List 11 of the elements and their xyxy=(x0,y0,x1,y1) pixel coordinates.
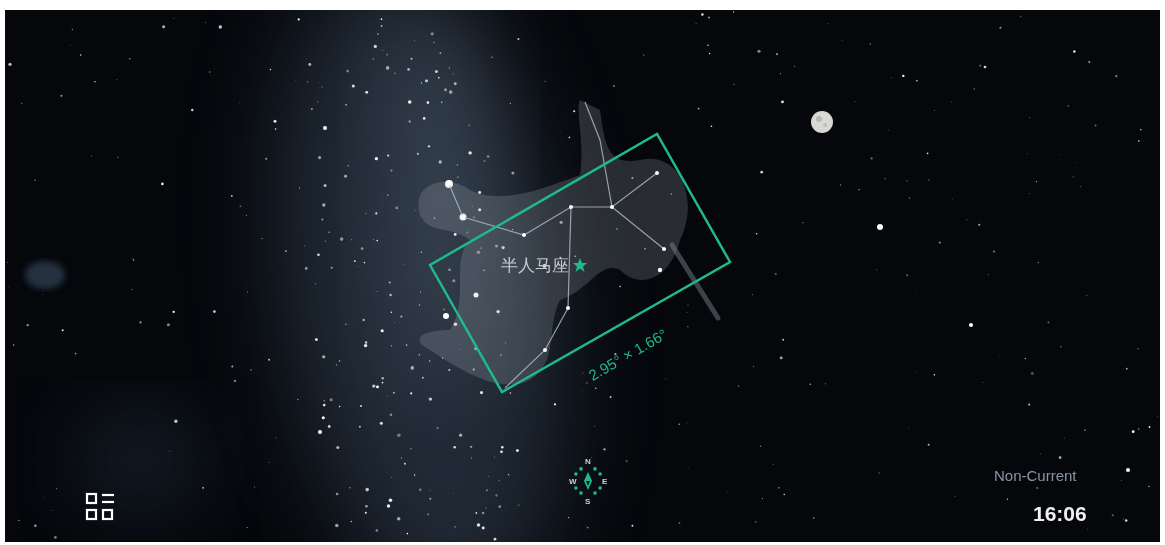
menu-button[interactable] xyxy=(85,492,115,522)
time-label[interactable]: 16:06 xyxy=(1033,502,1087,526)
compass-icon[interactable] xyxy=(571,464,605,498)
moon-icon xyxy=(810,110,834,134)
star-marker-icon xyxy=(572,257,588,273)
compass-letter: S xyxy=(585,498,591,506)
compass-letter: E xyxy=(602,478,608,486)
compass-letter: W xyxy=(569,478,577,486)
time-mode-label: Non-Current xyxy=(994,467,1077,484)
compass-letter: N xyxy=(585,458,591,466)
constellation-label: 半人马座 xyxy=(501,254,569,277)
